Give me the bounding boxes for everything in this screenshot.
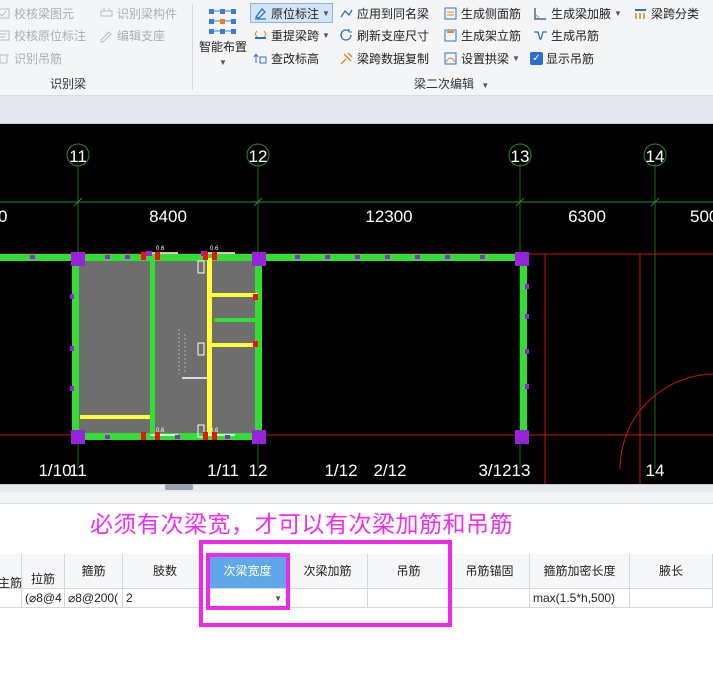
instruction-annotation: 必须有次梁宽，才可以有次梁加筋和吊筋 xyxy=(90,511,513,537)
axis-label-11: 11 xyxy=(69,147,87,166)
beam-selected-vertical[interactable] xyxy=(207,258,212,436)
rebar-label: 0.6 xyxy=(210,246,219,252)
axis-label-13: 13 xyxy=(511,147,530,166)
copy-span-data-icon xyxy=(339,51,354,66)
cell-hanger-anchor[interactable] xyxy=(450,589,530,608)
beam-selected-short[interactable] xyxy=(80,415,150,419)
refresh-support-button[interactable]: 刷新支座尺寸 xyxy=(339,25,429,45)
side-rebar-button[interactable]: 生成侧面筋 xyxy=(443,3,521,23)
dimension-text: 0 xyxy=(0,207,7,226)
identify-hanger-button[interactable]: 识别吊筋 xyxy=(0,48,62,68)
erection-rebar-icon xyxy=(443,28,458,43)
axis-label-bottom: 1/11 xyxy=(207,461,239,480)
column-header-stirrup[interactable]: 箍筋 xyxy=(65,554,123,589)
axis-label-bottom: 2/12 xyxy=(373,461,406,480)
panel-tab-strip xyxy=(0,492,713,504)
copy-span-data-button[interactable]: 梁跨数据复制 xyxy=(339,48,429,68)
smart-layout-icon xyxy=(207,6,239,36)
refresh-support-icon xyxy=(339,28,354,43)
column-header-hanger-anchor[interactable]: 吊筋锚固 xyxy=(450,554,530,589)
arch-beam-icon xyxy=(443,51,458,66)
haunch-icon xyxy=(533,6,548,21)
span-classify-button[interactable]: 梁跨分类 xyxy=(633,3,699,23)
dimension-text: 6300 xyxy=(568,207,606,226)
checkbox-checked-icon: ✓ xyxy=(530,51,543,65)
toolbar-strip xyxy=(0,96,713,124)
haunch-button[interactable]: 生成梁加腋 ▼ xyxy=(533,3,622,23)
check-annotation-button[interactable]: 校核原位标注 xyxy=(0,25,86,45)
beam-bottom[interactable] xyxy=(72,433,262,440)
axis-label-bottom: 1/12 xyxy=(324,461,357,480)
apply-same-name-button[interactable]: 应用到同名梁 xyxy=(339,3,429,23)
span-classify-icon xyxy=(633,6,648,21)
apply-same-name-icon xyxy=(339,6,354,21)
group-label-identify-beam: 识别梁 xyxy=(50,77,87,91)
axis-label-14: 14 xyxy=(646,147,665,166)
beam-selected-short[interactable] xyxy=(212,293,258,297)
chevron-down-icon: ▼ xyxy=(512,53,520,63)
cell-legs[interactable]: 2 xyxy=(123,589,208,608)
cad-drawing: 11 12 13 14 0 8400 12300 6300 50 0.6 0.6… xyxy=(0,143,713,484)
ribbon-toolbar: 校核梁图元 校核原位标注 识别吊筋 识别梁构件 编辑支座 识别梁 智能布置 ▼ … xyxy=(0,0,713,96)
check-beam-icon xyxy=(0,6,11,21)
hanger-rebar-button[interactable]: 生成吊筋 xyxy=(533,25,599,45)
rebar-label: 0.6 xyxy=(156,246,165,252)
check-annotation-icon xyxy=(0,28,11,43)
axis-label-12: 12 xyxy=(249,147,268,166)
identify-hanger-icon xyxy=(0,51,11,66)
panel-splitter[interactable] xyxy=(0,484,713,492)
cell-haunch-length[interactable] xyxy=(630,589,713,608)
dimension-text: 500 xyxy=(690,207,713,226)
chevron-down-icon: ▼ xyxy=(322,8,330,18)
in-place-annotation-icon xyxy=(253,6,268,21)
highlight-box-width-column xyxy=(206,553,290,610)
re-extract-span-icon xyxy=(253,28,268,43)
beam-axis-13[interactable] xyxy=(520,254,527,440)
smart-layout-button[interactable]: 智能布置 ▼ xyxy=(197,4,249,70)
group-separator xyxy=(192,4,193,90)
chevron-down-icon: ▼ xyxy=(219,58,227,67)
dimension-text: 8400 xyxy=(149,207,187,226)
identify-beam-component-button[interactable]: 识别梁构件 xyxy=(99,3,177,23)
axis-label-bottom: 11 xyxy=(69,461,87,480)
column-header-legs[interactable]: 肢数 xyxy=(123,554,208,589)
identify-beam-component-icon xyxy=(99,6,114,21)
group-label-beam-secondary-edit: 梁二次编辑 ▼ xyxy=(414,77,490,91)
axis-label-bottom: 12 xyxy=(249,461,268,480)
cell-stirrup[interactable]: ⌀8@200( xyxy=(65,589,123,608)
cell-tie-rebar[interactable]: (⌀8@4 xyxy=(22,589,65,608)
axis-label-bottom: 13 xyxy=(512,461,531,480)
elevation-icon xyxy=(253,51,268,66)
arch-beam-button[interactable]: 设置拱梁 ▼ xyxy=(443,48,520,68)
axis-label-bottom: 3/12 xyxy=(478,461,511,480)
chevron-down-icon: ▼ xyxy=(322,30,330,40)
re-extract-span-button[interactable]: 重提梁跨 ▼ xyxy=(253,25,330,45)
chevron-down-icon: ▼ xyxy=(481,81,490,90)
check-beam-button[interactable]: 校核梁图元 xyxy=(0,3,74,23)
elevation-button[interactable]: 查改标高 xyxy=(253,48,319,68)
chevron-down-icon: ▼ xyxy=(614,8,622,18)
cell-stirrup-dense-length[interactable]: max(1.5*h,500) xyxy=(530,589,630,608)
drawing-canvas[interactable]: 11 12 13 14 0 8400 12300 6300 50 0.6 0.6… xyxy=(0,124,713,484)
column-header-haunch-length[interactable]: 腋长 xyxy=(630,554,713,589)
axis-label-bottom: 14 xyxy=(646,461,665,480)
beam-secondary[interactable] xyxy=(150,258,155,436)
side-rebar-icon xyxy=(443,6,458,21)
in-place-annotation-button[interactable]: 原位标注 ▼ xyxy=(250,3,333,23)
show-hanger-checkbox[interactable]: ✓ 显示吊筋 xyxy=(530,48,594,68)
cell-main-rebar[interactable] xyxy=(0,589,22,608)
dimension-text: 12300 xyxy=(365,207,412,226)
column-header-tie-rebar[interactable]: 拉筋 xyxy=(22,554,65,589)
splitter-handle[interactable] xyxy=(165,484,193,490)
red-arc xyxy=(619,373,713,470)
beam-secondary-short[interactable] xyxy=(214,318,258,322)
hanger-rebar-icon xyxy=(533,28,548,43)
edit-support-button[interactable]: 编辑支座 xyxy=(99,25,165,45)
edit-support-icon xyxy=(99,28,114,43)
erection-rebar-button[interactable]: 生成架立筋 xyxy=(443,25,521,45)
column-header-stirrup-dense-length[interactable]: 箍筋加密长度 xyxy=(530,554,630,589)
column-header-main-rebar[interactable]: 主筋 xyxy=(0,554,22,589)
axis-label-bottom: 1/10 xyxy=(38,461,71,480)
beam-selected-short[interactable] xyxy=(212,343,258,347)
